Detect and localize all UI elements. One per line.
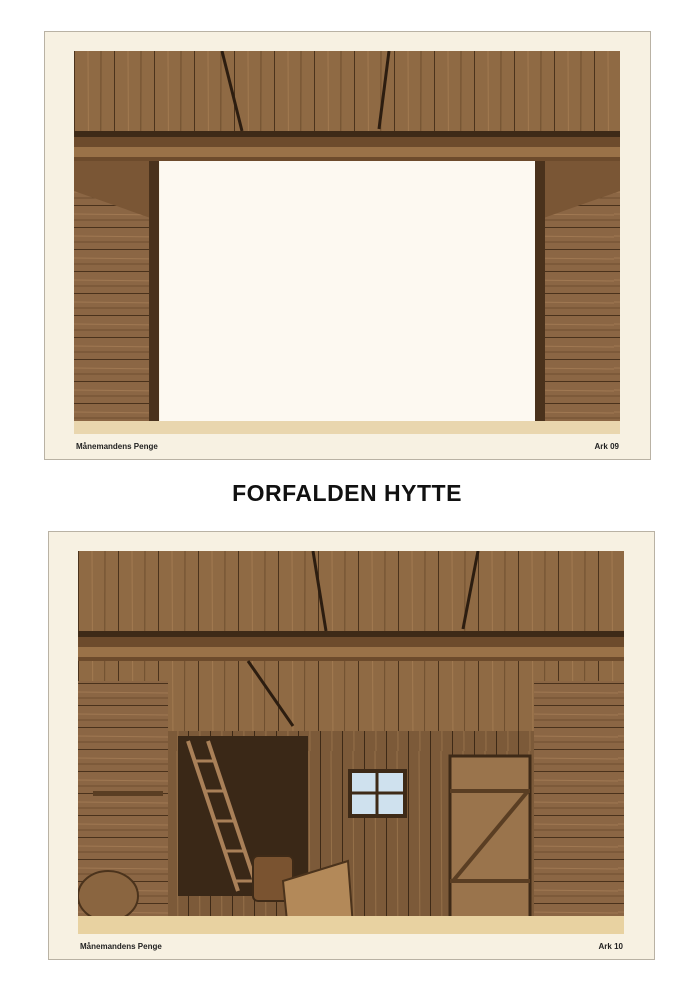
- scene-frame-cutout: [74, 51, 620, 434]
- scene-cabin-interior: [78, 551, 624, 934]
- blank-cutout: [160, 161, 535, 421]
- sheet-label: Ark 10: [598, 942, 623, 951]
- sheet-09: Månemandens Penge Ark 09: [44, 31, 651, 460]
- cabin-frame-illustration: [74, 51, 620, 434]
- page-heading: FORFALDEN HYTTE: [232, 480, 462, 506]
- sheet-10: Månemandens Penge Ark 10: [48, 531, 655, 960]
- footer-title: Månemandens Penge: [80, 942, 162, 951]
- footer-title: Månemandens Penge: [76, 442, 158, 451]
- sheet-label: Ark 09: [594, 442, 619, 451]
- cabin-interior-illustration: [78, 551, 624, 934]
